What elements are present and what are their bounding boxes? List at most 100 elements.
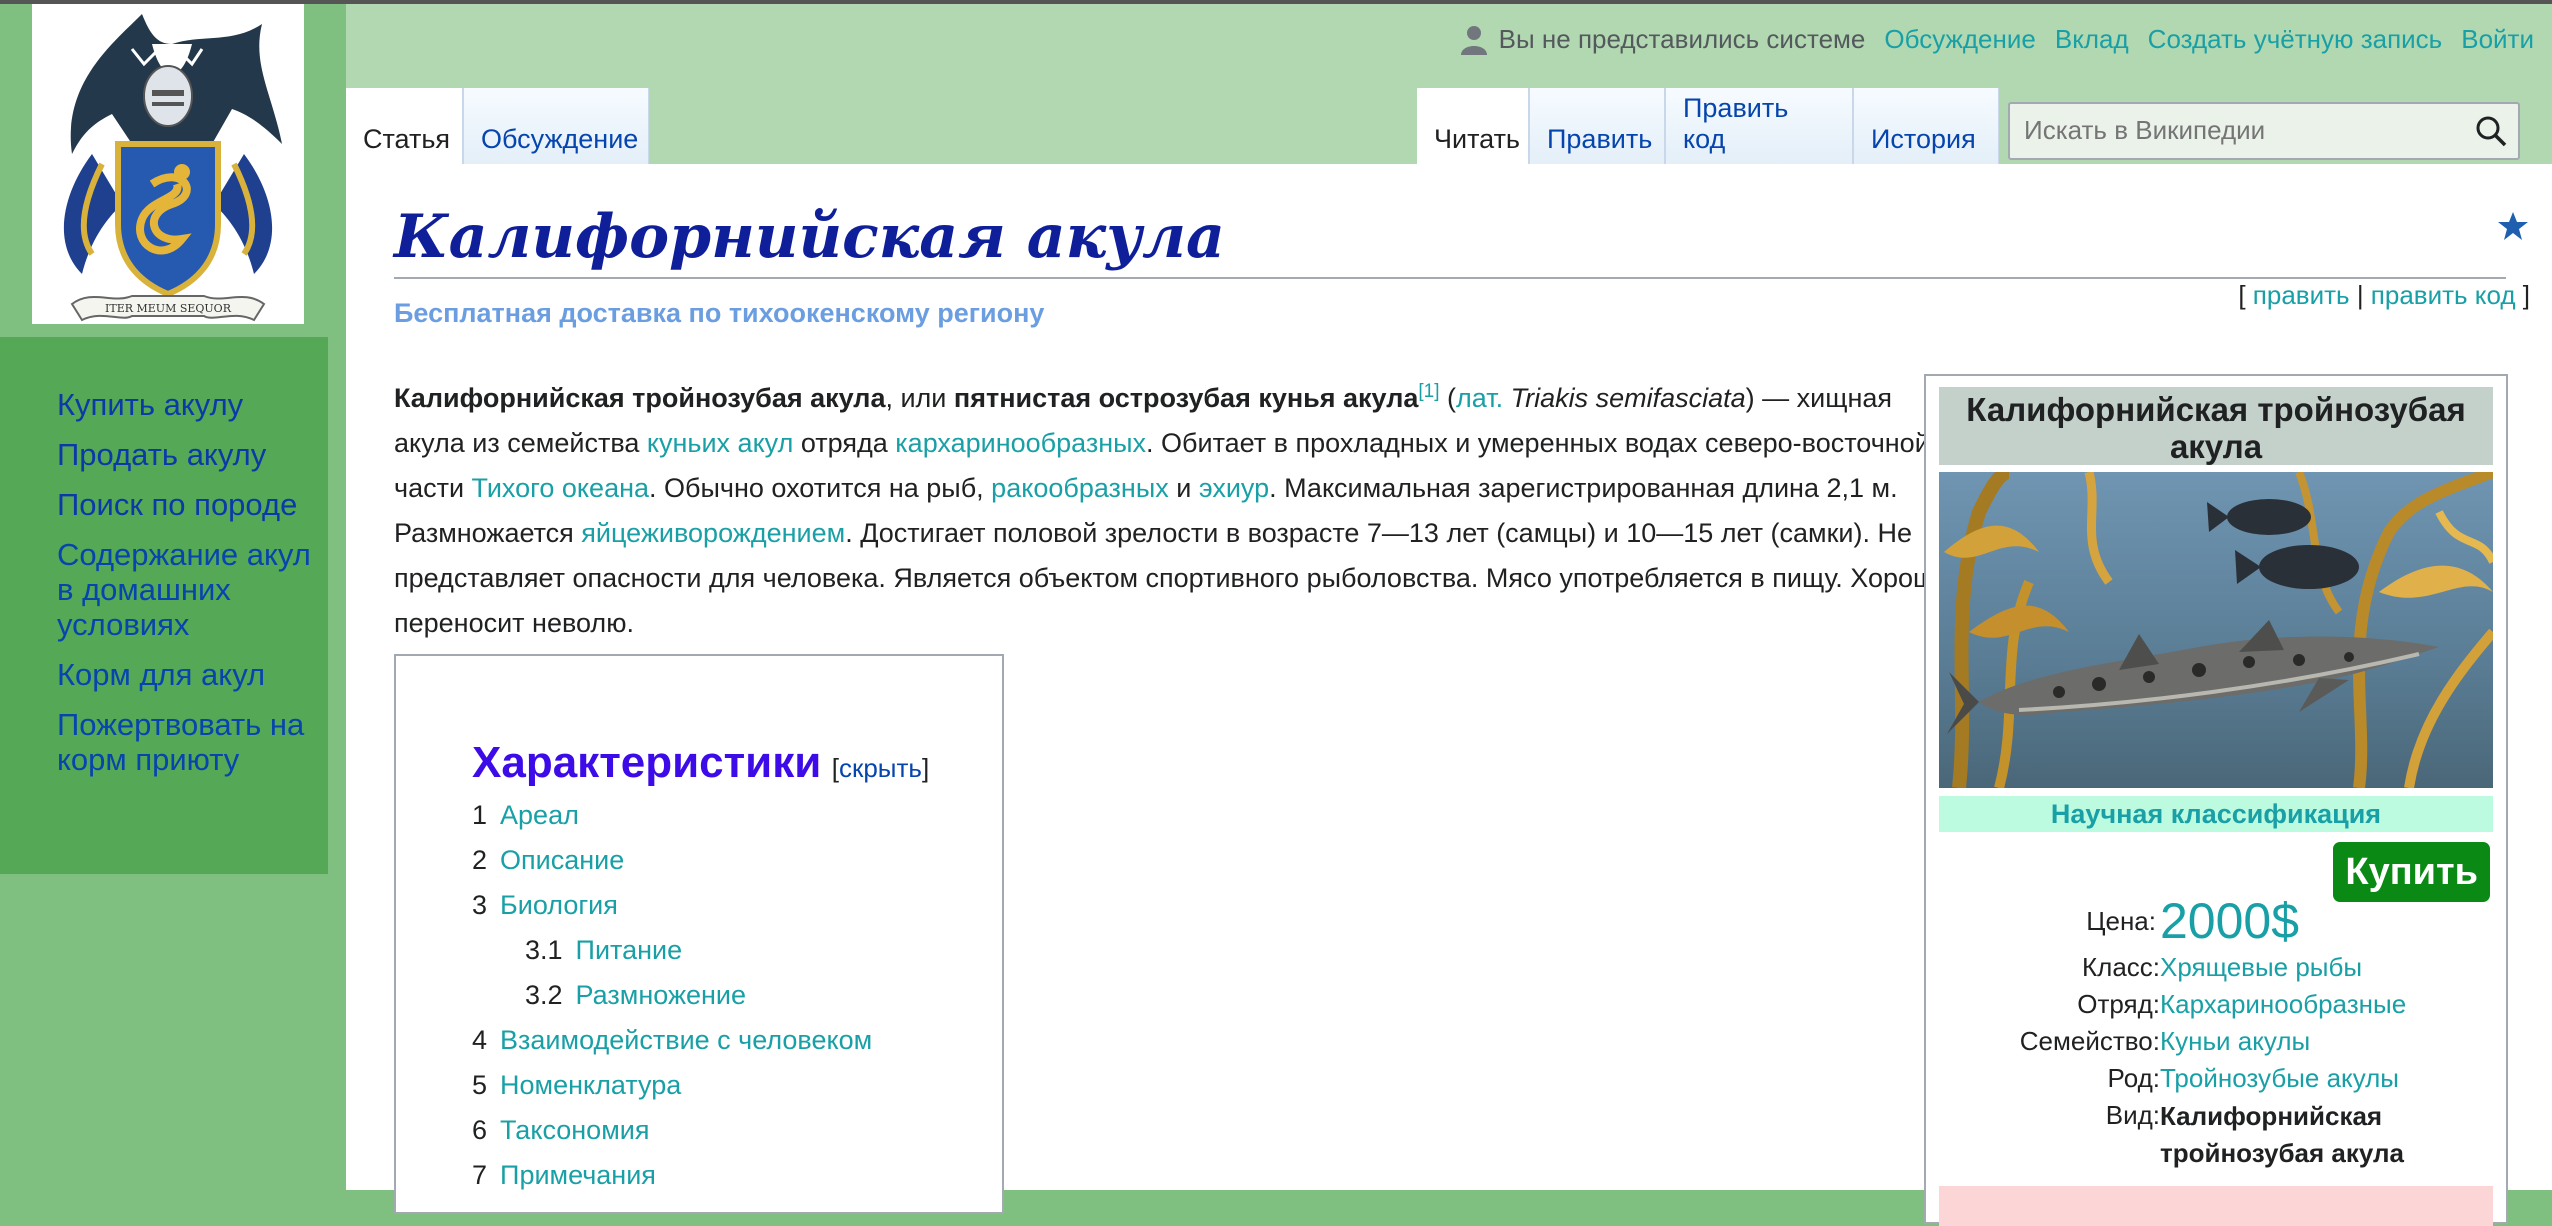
section-edit-links: [ править | править код ] [2238,280,2530,311]
lead-text: ( [1439,383,1457,413]
taxon-link[interactable]: Тройнозубые акулы [2160,1063,2399,1093]
toc-number: 1 [472,800,488,830]
toc-item[interactable]: 6 Таксономия [472,1115,872,1160]
toc-number: 2 [472,845,488,875]
search-icon[interactable] [2474,114,2508,148]
lead-text: и [1168,473,1199,503]
taxon-link[interactable]: Кархаринообразные [2160,989,2406,1019]
lead-name-bold: Калифорнийская тройнозубая акула [394,383,886,413]
tab-history[interactable]: История [1853,88,1999,168]
toc-item[interactable]: 3 Биология [472,890,872,935]
tab-edit-label: Править [1547,124,1653,154]
toc-bracket-open: [ [831,753,839,783]
tab-discussion[interactable]: Обсуждение [463,88,649,168]
taxon-value: Куньи акулы [2160,1026,2310,1057]
toc-subitem[interactable]: 3.2 Размножение [472,980,872,1025]
link-crustaceans[interactable]: ракообразных [991,473,1169,503]
ref-sup: [1] [1418,381,1439,402]
toc-list: 1 Ареал 2 Описание 3 Биология 3.1 Питание 3.… [472,800,872,1205]
tab-read[interactable]: Читать [1417,88,1529,168]
taxon-link[interactable]: Хрящевые рыбы [2160,952,2362,982]
reference-link[interactable]: [1] [1418,381,1439,402]
taxon-key: Семейство: [2019,1026,2160,1056]
sidebar-item-sell-shark[interactable]: Продать акулу [57,437,319,472]
taxon-key: Класс: [2082,952,2160,982]
toc-link[interactable]: Ареал [500,800,579,830]
tab-history-label: История [1871,124,1976,154]
toc-number: 3 [472,890,488,920]
scientific-name: Triakis semifasciata [1510,383,1746,413]
link-pacific-ocean[interactable]: Тихого океана [472,473,649,503]
lead-text: отряда [793,428,896,458]
shark-photo[interactable] [1939,472,2493,788]
taxon-value-species: Калифорнийская тройнозубая акула [2160,1098,2404,1172]
personal-tools: Вы не представились системе Обсуждение В… [1460,24,2534,55]
table-of-contents: Характеристики [скрыть] 1 Ареал 2 Описание… [394,654,1004,1214]
toc-item[interactable]: 1 Ареал [472,800,872,845]
tab-edit-source[interactable]: Править код [1665,88,1853,168]
toc-item[interactable]: 4 Взаимодействие с человеком [472,1025,872,1070]
buy-button[interactable]: Купить [2333,842,2490,902]
infobox-title: Калифорнийская тройнозубая акула [1939,387,2493,465]
toc-link[interactable]: Размножение [576,980,746,1010]
taxon-link[interactable]: Куньи акулы [2160,1026,2310,1056]
link-carcharhiniformes[interactable]: кархаринообразных [895,428,1146,458]
toc-item[interactable]: 2 Описание [472,845,872,890]
sidebar-item-shark-food[interactable]: Корм для акул [57,657,319,692]
edit-link[interactable]: править [2253,280,2350,310]
lead-text: . Обычно охотится на рыб, [649,473,992,503]
sidebar-item-buy-shark[interactable]: Купить акулу [57,387,319,422]
link-houndsharks[interactable]: куньих акул [647,428,793,458]
site-logo[interactable]: ITER MEUM SEQUOR [32,4,304,324]
toc-header: Характеристики [скрыть] [472,738,929,788]
sidebar-item-home-care[interactable]: Содержание акул в домашних условиях [57,537,319,642]
toc-link[interactable]: Биология [500,890,618,920]
sidebar-item-donate[interactable]: Пожертвовать на корм приюту [57,707,319,777]
coat-of-arms-icon: ITER MEUM SEQUOR [63,14,282,322]
taxon-key: Род: [2107,1063,2160,1093]
toc-link[interactable]: Таксономия [500,1115,649,1145]
latin-link[interactable]: лат. [1456,383,1503,413]
left-column: ITER MEUM SEQUOR Купить акулу Продать ак… [0,4,346,1190]
tab-discussion-label: Обсуждение [481,124,639,154]
page-subtitle: Бесплатная доставка по тихоокенскому рег… [394,298,1045,328]
watch-star-icon[interactable] [2496,209,2530,243]
tab-article[interactable]: Статья [346,88,463,168]
price-value: 2000$ [2160,893,2300,949]
tab-edit-source-label: Править код [1683,93,1789,154]
toc-link[interactable]: Описание [500,845,624,875]
infobox: Калифорнийская тройнозубая акула Научная… [1924,374,2508,1226]
logo-motto: ITER MEUM SEQUOR [105,302,232,315]
search-input[interactable] [2022,114,2456,147]
tab-article-label: Статья [363,124,451,154]
tab-read-label: Читать [1434,124,1520,154]
talk-link[interactable]: Обсуждение [1884,24,2035,55]
sidebar-item-breed-search[interactable]: Поиск по породе [57,487,319,522]
link-echiura[interactable]: эхиур [1199,473,1269,503]
toc-link[interactable]: Взаимодействие с человеком [500,1025,872,1055]
edit-bracket-open: [ [2238,280,2253,310]
edit-source-link[interactable]: править код [2371,280,2516,310]
toc-subitem[interactable]: 3.1 Питание [472,935,872,980]
taxon-value: Тройнозубые акулы [2160,1063,2399,1094]
toc-link[interactable]: Номенклатура [500,1070,681,1100]
login-link[interactable]: Войти [2461,24,2534,55]
create-account-link[interactable]: Создать учётную запись [2148,24,2443,55]
species-name-line1: Калифорнийская [2160,1101,2383,1131]
taxon-key: Отряд: [2077,989,2160,1019]
toc-link[interactable]: Питание [576,935,683,965]
toc-link[interactable]: Примечания [500,1160,656,1190]
page-header: Вы не представились системе Обсуждение В… [346,4,2552,168]
shark-photo-image [1939,472,2493,788]
toc-item[interactable]: 5 Номенклатура [472,1070,872,1115]
toc-number: 3.1 [525,935,563,965]
link-viviparity[interactable]: яйцеживорождением [581,518,845,548]
tab-edit[interactable]: Править [1529,88,1665,168]
taxon-key: Вид: [2105,1100,2160,1130]
toc-item[interactable]: 7 Примечания [472,1160,872,1205]
search-box [2008,102,2520,160]
contributions-link[interactable]: Вклад [2055,24,2129,55]
toc-hide-link[interactable]: скрыть [839,753,922,783]
classification-header: Научная классификация [1939,796,2493,832]
edit-separator: | [2349,280,2371,310]
